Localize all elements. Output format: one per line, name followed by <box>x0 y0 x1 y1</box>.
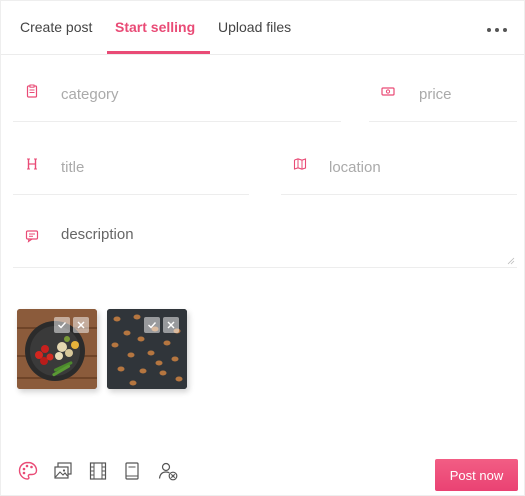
uploaded-image-1[interactable] <box>17 309 97 389</box>
map-icon <box>293 158 307 170</box>
uploaded-image-2[interactable] <box>107 309 187 389</box>
confirm-icon[interactable] <box>54 317 70 333</box>
palette-icon[interactable] <box>17 460 39 482</box>
banknote-icon <box>381 87 395 96</box>
remove-user-icon[interactable] <box>157 460 179 482</box>
description-field[interactable]: description <box>13 213 517 268</box>
location-field[interactable]: location <box>281 144 517 195</box>
title-placeholder: title <box>61 159 85 176</box>
more-options-icon[interactable] <box>487 20 513 40</box>
location-placeholder: location <box>329 159 381 176</box>
heading-icon <box>27 158 37 170</box>
price-placeholder: price <box>419 86 452 103</box>
film-icon[interactable] <box>87 460 109 482</box>
price-field[interactable]: price <box>369 71 517 122</box>
tab-upload-files[interactable]: Upload files <box>218 19 291 35</box>
remove-icon[interactable] <box>73 317 89 333</box>
description-placeholder: description <box>61 226 134 243</box>
images-icon[interactable] <box>52 460 74 482</box>
post-now-button[interactable]: Post now <box>435 459 518 491</box>
image-1-controls <box>54 317 89 333</box>
book-icon[interactable] <box>121 460 143 482</box>
tab-bar: Create post Start selling Upload files <box>1 1 524 55</box>
resize-handle-icon[interactable] <box>507 257 515 265</box>
clipboard-icon <box>26 84 38 98</box>
category-placeholder: category <box>61 86 119 103</box>
tab-start-selling[interactable]: Start selling <box>115 19 195 35</box>
remove-icon[interactable] <box>163 317 179 333</box>
category-field[interactable]: category <box>13 71 341 122</box>
active-tab-indicator <box>107 51 210 54</box>
image-2-controls <box>144 317 179 333</box>
tab-create-post[interactable]: Create post <box>20 19 92 35</box>
title-field[interactable]: title <box>13 144 249 195</box>
comment-icon <box>25 230 39 243</box>
confirm-icon[interactable] <box>144 317 160 333</box>
post-composer: Create post Start selling Upload files c… <box>0 0 525 496</box>
